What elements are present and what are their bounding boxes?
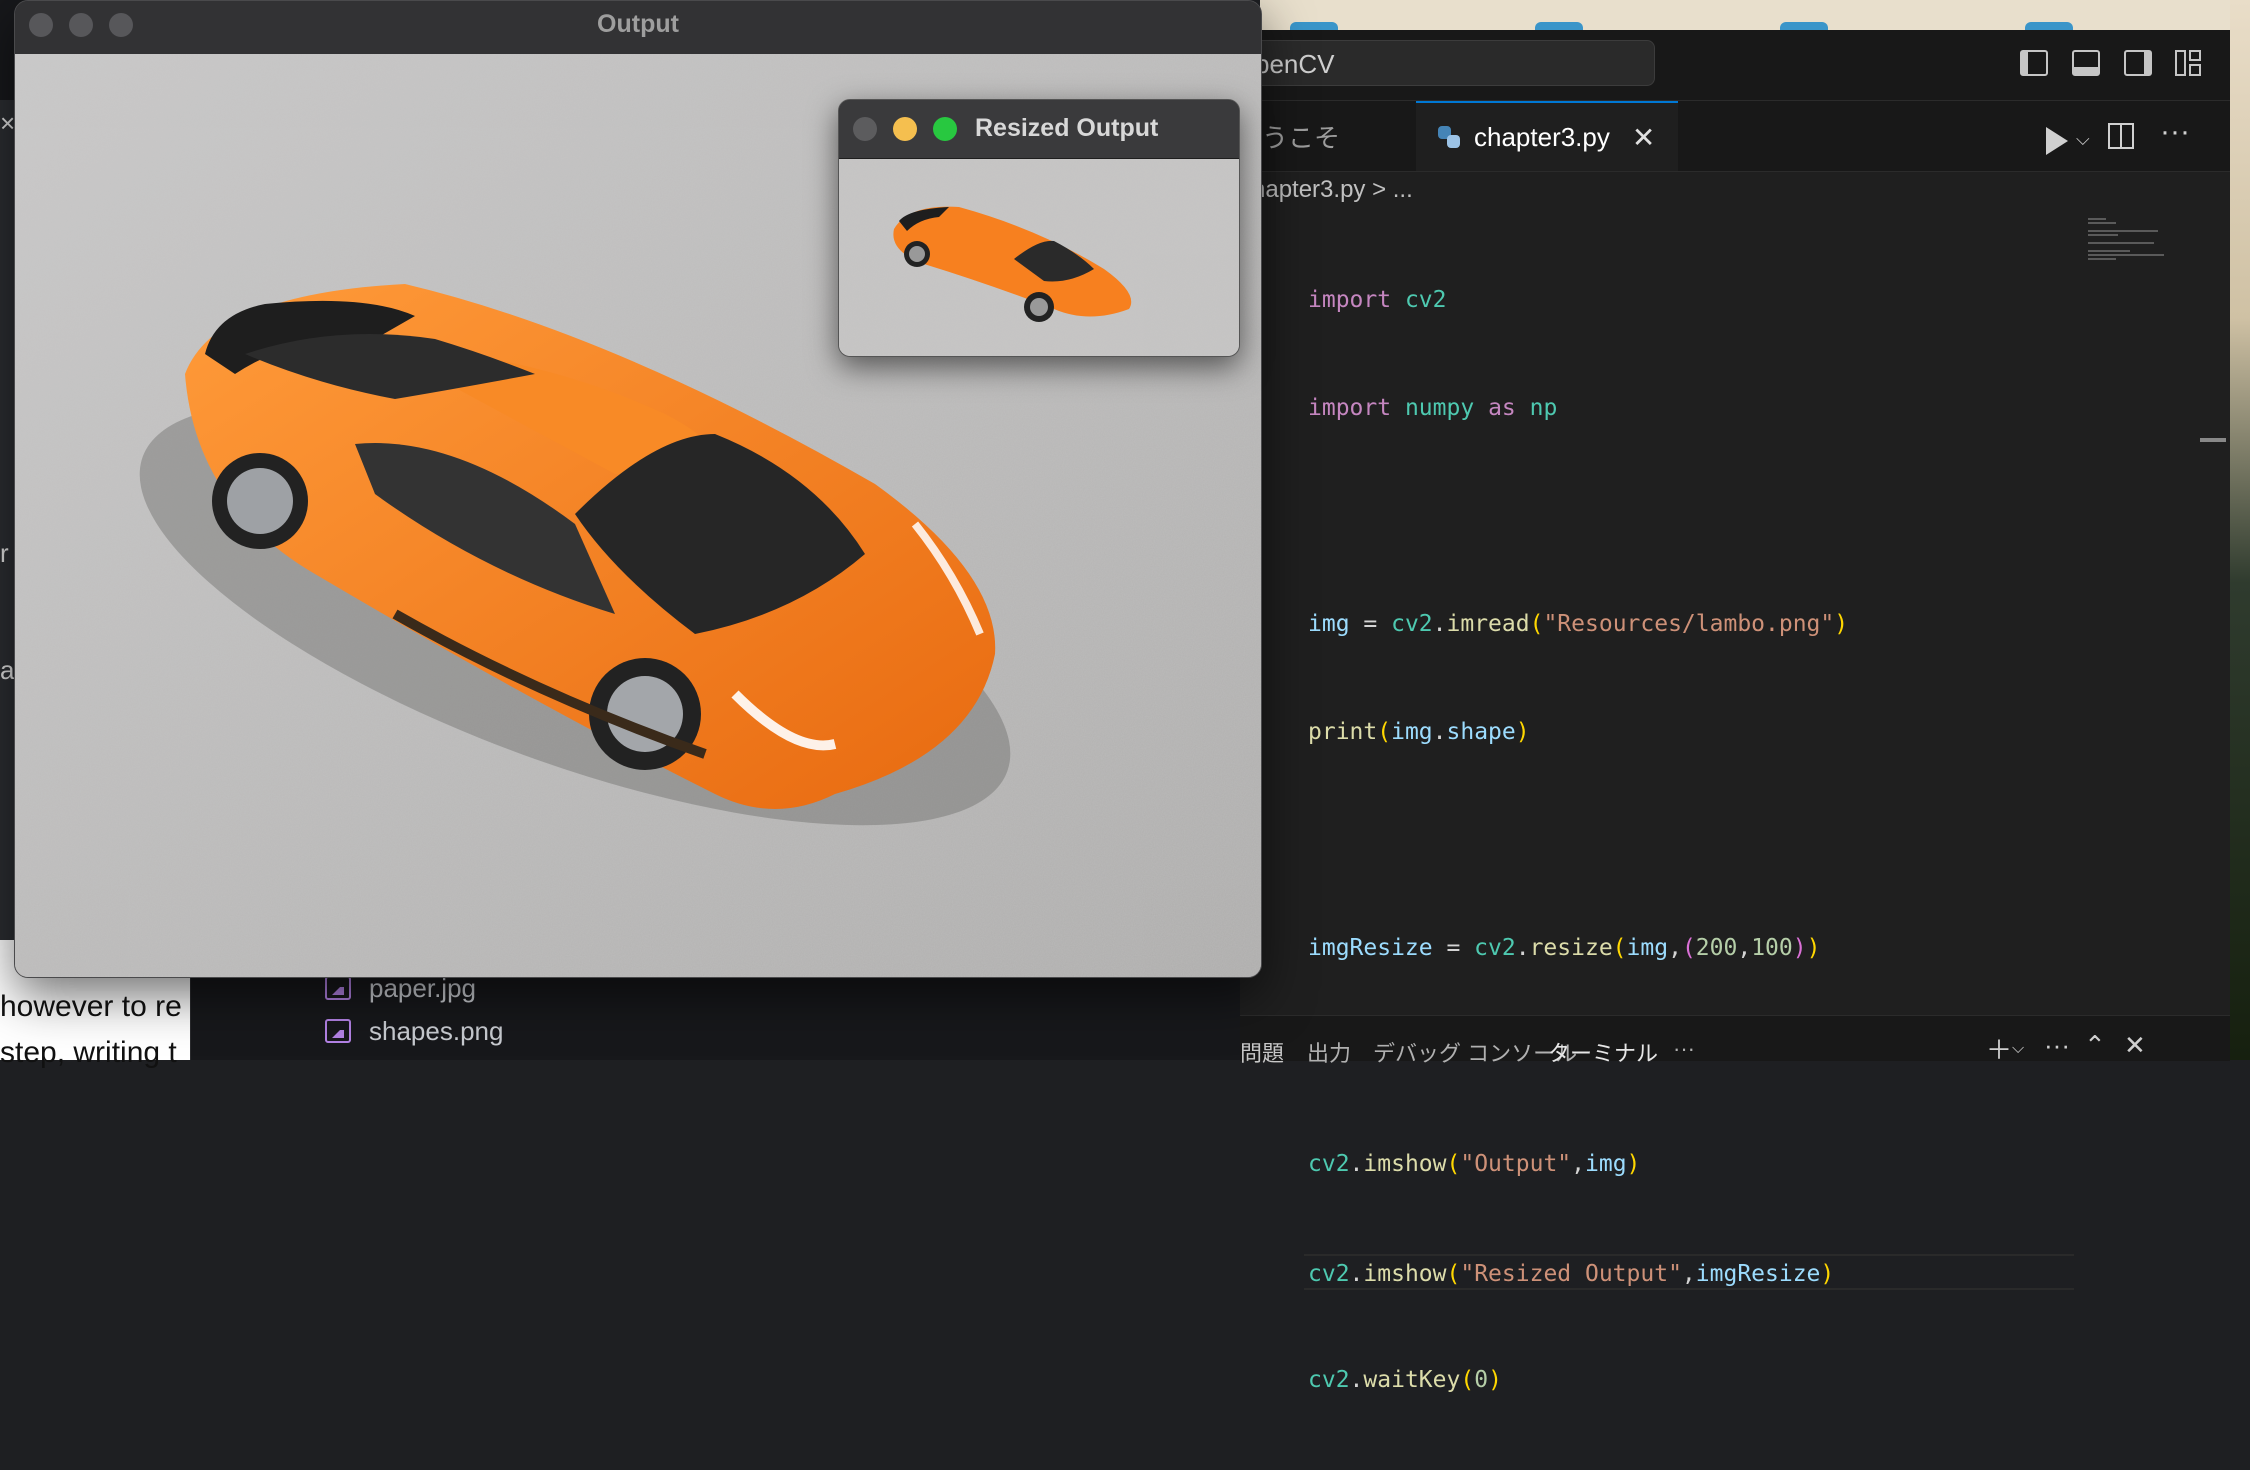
code-line: import cv2 [1308,287,1447,313]
background-edge-text: a [0,655,15,685]
close-panel-icon[interactable]: ✕ [2124,1030,2146,1061]
code-editor[interactable]: import cv2 import numpy as np img = cv2.… [1304,210,2074,1470]
resized-output-window: Resized Output [838,99,1240,357]
code-line: print(img.shape) [1308,719,1530,745]
tab-welcome[interactable]: うこそ [1262,101,1432,171]
tab-label: うこそ [1262,122,1341,153]
run-dropdown-icon[interactable]: ⌵ [2076,129,2090,150]
vscode-titlebar: penCV [1240,30,2230,101]
image-file-icon [325,976,351,1000]
scrollbar[interactable] [2200,438,2226,442]
code-line: cv2.imshow("Output",img) [1308,1151,1641,1177]
panel-more-actions-icon[interactable]: ··· [2044,1030,2070,1061]
split-editor-icon[interactable] [2108,123,2134,149]
background-edge-text: r [0,538,9,568]
command-center-search[interactable]: penCV [1240,40,1655,86]
resized-image [839,159,1239,356]
tab-label: chapter3.py [1474,121,1610,152]
close-window-icon[interactable] [853,117,877,141]
minimize-window-icon[interactable] [893,117,917,141]
code-line: img = cv2.imread("Resources/lambo.png") [1308,611,1849,637]
terminal-dropdown-icon[interactable]: ⌵ [2012,1040,2024,1058]
vscode-window: penCV うこそ chapter3.py ✕ ⌵ ··· chapter3.p… [1240,30,2230,1393]
code-line: import numpy as np [1308,395,1558,421]
tab-problems[interactable]: 問題 [1240,1036,1284,1068]
minimap[interactable] [2088,216,2168,260]
close-tab-icon[interactable]: ✕ [1632,121,1655,154]
code-line-current: cv2.imshow("Resized Output",imgResize) [1304,1254,2074,1290]
toggle-panel-icon[interactable] [2072,50,2100,76]
run-icon[interactable] [2046,127,2068,155]
tab-chapter3[interactable]: chapter3.py ✕ [1416,101,1678,171]
resized-window-title: Resized Output [975,114,1159,142]
tab-debug-console[interactable]: デバッグ コンソール [1373,1036,1577,1068]
python-file-icon [1438,126,1460,148]
editor-tabbar: うこそ chapter3.py ✕ ⌵ ··· [1240,101,2230,172]
output-titlebar[interactable]: Output [15,1,1261,55]
file-item-shapes[interactable]: shapes.png [325,1013,503,1049]
more-actions-icon[interactable]: ··· [2160,115,2190,149]
tab-terminal[interactable]: ターミナル [1548,1036,1658,1068]
new-terminal-icon[interactable]: ＋ [1986,1030,2012,1067]
code-line: imgResize = cv2.resize(img,(200,100)) [1308,935,1821,961]
panel-more-icon[interactable]: ··· [1673,1036,1695,1062]
background-close-glyph: × [0,108,16,138]
toggle-primary-sidebar-icon[interactable] [2020,50,2048,76]
car-photo-small [839,159,1239,356]
breadcrumb[interactable]: chapter3.py > ... [1240,176,1413,204]
output-window-title: Output [597,10,679,38]
tab-output[interactable]: 出力 [1307,1036,1351,1068]
zoom-window-icon[interactable] [933,117,957,141]
toggle-secondary-sidebar-icon[interactable] [2124,50,2152,76]
background-doc-text: step, writing t [0,1036,177,1069]
image-file-icon [325,1019,351,1043]
file-name: shapes.png [369,1015,504,1046]
background-doc-text: however to re [0,990,182,1023]
desktop-menubar-area [1260,0,2250,30]
desktop-wallpaper [2230,0,2250,1060]
maximize-panel-icon[interactable]: ⌃ [2084,1030,2106,1061]
code-line: cv2.waitKey(0) [1308,1367,1502,1393]
resized-titlebar[interactable]: Resized Output [839,100,1239,159]
customize-layout-icon[interactable] [2175,50,2203,76]
search-text: penCV [1255,49,1335,79]
